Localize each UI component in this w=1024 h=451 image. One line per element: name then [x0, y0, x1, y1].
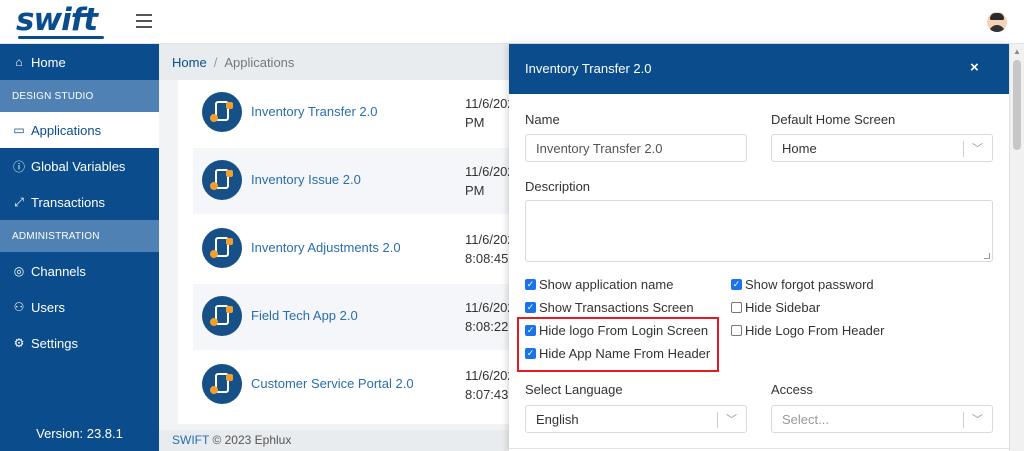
- chevron-down-icon: ﹀: [972, 143, 983, 155]
- language-label: Select Language: [525, 382, 623, 397]
- app-name[interactable]: Inventory Adjustments 2.0: [251, 240, 401, 255]
- section-administration: ADMINISTRATION: [0, 220, 159, 252]
- list-item[interactable]: Inventory Issue 2.0 11/6/202 PM: [193, 148, 518, 214]
- breadcrumb: Home / Applications: [159, 44, 519, 80]
- info-circle-icon: ⓘ: [12, 159, 25, 174]
- name-label: Name: [525, 112, 560, 127]
- modal-title: Inventory Transfer 2.0: [525, 61, 652, 76]
- breadcrumb-current: Applications: [224, 54, 295, 70]
- app-name[interactable]: Customer Service Portal 2.0: [251, 376, 414, 391]
- hamburger-icon[interactable]: [136, 14, 152, 28]
- home-screen-label: Default Home Screen: [771, 112, 896, 127]
- app-date: 11/6/202 8:07:43: [465, 368, 515, 402]
- gear-icon: ⚙: [13, 336, 25, 350]
- app-icon: [202, 364, 242, 404]
- top-bar: swift: [0, 0, 1024, 44]
- app-date: 11/6/202 8:08:22: [465, 300, 515, 334]
- breadcrumb-home[interactable]: Home: [172, 55, 207, 70]
- user-icon: ⚇: [13, 300, 25, 314]
- sidebar-item-transactions[interactable]: ⤢ Transactions: [0, 184, 159, 220]
- app-settings-modal: Inventory Transfer 2.0 × Name Inventory …: [509, 44, 1009, 451]
- app-icon: [202, 160, 242, 200]
- list-item[interactable]: Inventory Transfer 2.0 11/6/202 PM: [193, 80, 518, 146]
- section-design-studio: DESIGN STUDIO: [0, 80, 159, 112]
- highlight-box: [517, 317, 719, 372]
- home-icon: ⌂: [15, 55, 23, 69]
- list-item[interactable]: Inventory Adjustments 2.0 11/6/202 8:08:4…: [193, 216, 518, 282]
- breadcrumb-separator: /: [213, 54, 218, 70]
- sidebar: ⌂ Home DESIGN STUDIO ▭ Applications ⓘ Gl…: [0, 44, 159, 451]
- app-date: 11/6/202 8:08:45: [465, 232, 515, 266]
- channels-icon: ◎: [13, 264, 25, 278]
- expand-arrows-icon: ⤢: [14, 194, 24, 209]
- resize-handle-icon[interactable]: [984, 253, 990, 259]
- swift-logo[interactable]: swift: [16, 2, 98, 38]
- app-icon: [202, 228, 242, 268]
- scroll-up-icon[interactable]: ▲: [1013, 47, 1021, 56]
- chevron-down-icon: ﹀: [726, 414, 737, 426]
- footer: SWIFT © 2023 Ephlux: [159, 430, 519, 451]
- checkbox-show-application-name[interactable]: ✓ Show application name: [525, 275, 673, 293]
- app-date: 11/6/202 PM: [465, 164, 515, 198]
- close-icon[interactable]: ×: [970, 59, 979, 76]
- checkbox-show-transactions-screen[interactable]: ✓ Show Transactions Screen: [525, 298, 694, 316]
- name-field[interactable]: Inventory Transfer 2.0: [525, 134, 747, 162]
- checkbox-hide-logo-header[interactable]: Hide Logo From Header: [731, 321, 884, 339]
- home-screen-select[interactable]: Home ﹀: [771, 134, 993, 162]
- app-icon: [202, 296, 242, 336]
- sidebar-item-label: Settings: [31, 335, 78, 351]
- app-name[interactable]: Inventory Issue 2.0: [251, 172, 361, 187]
- access-label: Access: [771, 382, 813, 397]
- list-item[interactable]: Field Tech App 2.0 11/6/202 8:08:22: [193, 284, 518, 350]
- sidebar-item-home[interactable]: ⌂ Home: [0, 44, 159, 80]
- access-select[interactable]: Select... ﹀: [771, 405, 993, 433]
- description-textarea[interactable]: [525, 200, 993, 262]
- applications-list: Inventory Transfer 2.0 11/6/202 PM Invent…: [178, 80, 518, 424]
- version-label: Version: 23.8.1: [36, 426, 123, 441]
- sidebar-item-global-variables[interactable]: ⓘ Global Variables: [0, 148, 159, 184]
- modal-divider: [509, 448, 1009, 449]
- applications-icon: ▭: [13, 123, 25, 137]
- sidebar-item-label: Global Variables: [31, 158, 126, 174]
- user-avatar-icon[interactable]: [987, 12, 1007, 32]
- scrollbar[interactable]: ▲: [1009, 44, 1024, 451]
- sidebar-item-label: Transactions: [31, 194, 105, 210]
- checkbox-hide-sidebar[interactable]: Hide Sidebar: [731, 298, 820, 316]
- footer-brand[interactable]: SWIFT: [172, 433, 209, 447]
- app-name[interactable]: Inventory Transfer 2.0: [251, 104, 377, 119]
- sidebar-item-label: Applications: [31, 122, 102, 138]
- app-date: 11/6/202 PM: [465, 96, 515, 130]
- sidebar-item-users[interactable]: ⚇ Users: [0, 289, 159, 325]
- app-name[interactable]: Field Tech App 2.0: [251, 308, 358, 323]
- modal-header: Inventory Transfer 2.0 ×: [509, 44, 1009, 94]
- sidebar-item-label: Channels: [31, 263, 86, 279]
- app-icon: [202, 92, 242, 132]
- logo-underline: [18, 36, 104, 39]
- sidebar-item-channels[interactable]: ◎ Channels: [0, 253, 159, 289]
- language-select[interactable]: English ﹀: [525, 405, 747, 433]
- sidebar-item-label: Home: [31, 54, 66, 70]
- sidebar-item-settings[interactable]: ⚙ Settings: [0, 325, 159, 361]
- chevron-down-icon: ﹀: [972, 414, 983, 426]
- sidebar-item-applications[interactable]: ▭ Applications: [0, 112, 159, 148]
- sidebar-item-label: Users: [31, 299, 65, 315]
- footer-copyright: © 2023 Ephlux: [209, 433, 292, 447]
- scroll-thumb[interactable]: [1013, 60, 1021, 150]
- description-label: Description: [525, 179, 591, 194]
- checkbox-show-forgot-password[interactable]: ✓ Show forgot password: [731, 275, 874, 293]
- list-item[interactable]: Customer Service Portal 2.0 11/6/202 8:07…: [193, 352, 518, 418]
